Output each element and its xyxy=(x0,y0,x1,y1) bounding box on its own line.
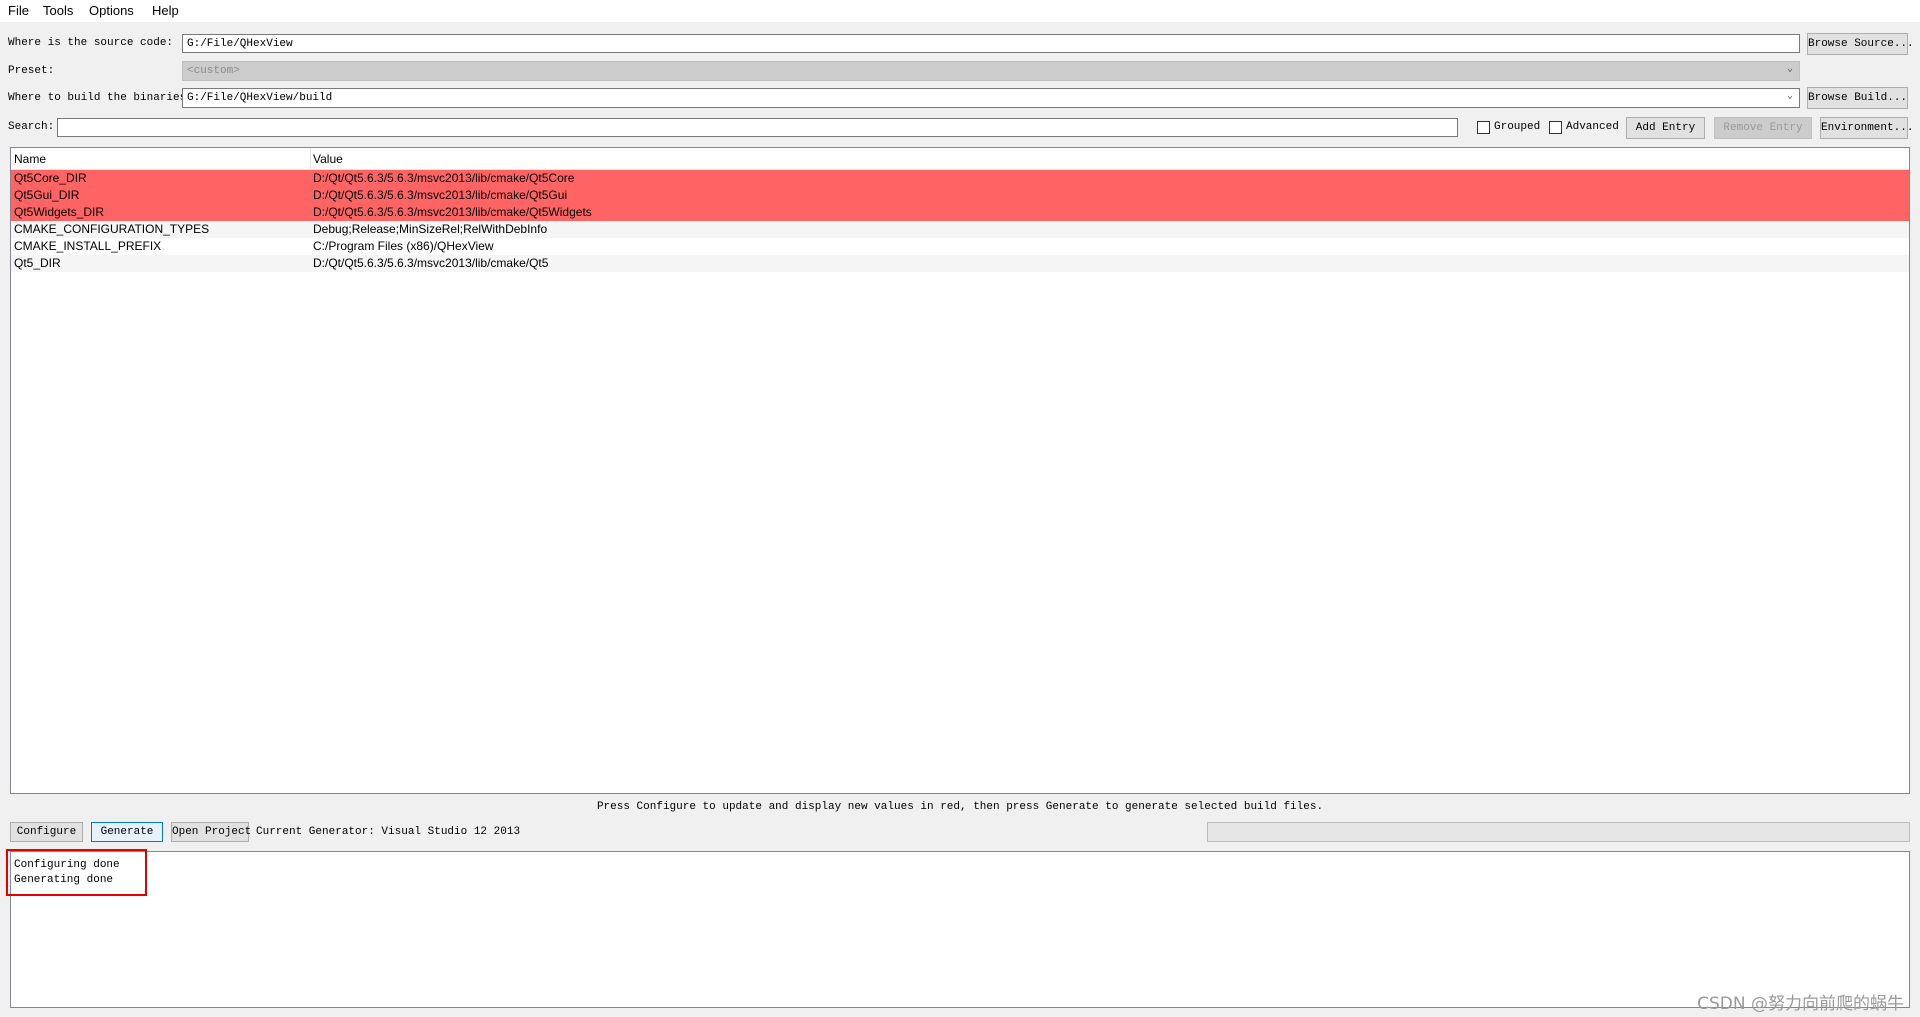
table-row[interactable]: CMAKE_INSTALL_PREFIX C:/Program Files (x8… xyxy=(11,238,1909,255)
menu-help[interactable]: Help xyxy=(152,3,179,18)
entry-name: Qt5Widgets_DIR xyxy=(14,205,105,219)
grouped-label: Grouped xyxy=(1494,121,1541,133)
browse-source-button[interactable]: Browse Source... xyxy=(1807,33,1914,55)
column-header-name[interactable]: Name xyxy=(14,152,46,166)
menu-tools[interactable]: Tools xyxy=(43,3,73,18)
generate-button[interactable]: Generate xyxy=(91,822,163,842)
advanced-checkbox[interactable] xyxy=(1549,121,1562,134)
menu-options[interactable]: Options xyxy=(89,3,134,18)
progress-bar xyxy=(1207,822,1910,842)
build-value: G:/File/QHexView/build xyxy=(187,92,333,104)
open-project-button[interactable]: Open Project xyxy=(171,822,251,842)
output-log[interactable]: Configuring done Generating done xyxy=(10,851,1910,1008)
build-combo[interactable]: G:/File/QHexView/build ⌄ xyxy=(182,88,1800,108)
menu-file[interactable]: File xyxy=(8,3,29,18)
preset-label: Preset: xyxy=(8,65,55,77)
chevron-down-icon: ⌄ xyxy=(1786,64,1793,75)
watermark: CSDN @努力向前爬的蜗牛 xyxy=(1697,994,1904,1014)
table-row[interactable]: CMAKE_CONFIGURATION_TYPES Debug;Release;M… xyxy=(11,221,1909,238)
entry-value[interactable]: D:/Qt/Qt5.6.3/5.6.3/msvc2013/lib/cmake/Q… xyxy=(313,187,567,204)
add-entry-button[interactable]: Add Entry xyxy=(1626,117,1705,139)
entry-name: Qt5Gui_DIR xyxy=(14,188,80,202)
preset-combo: <custom> ⌄ xyxy=(182,61,1800,81)
environment-button[interactable]: Environment... xyxy=(1820,117,1913,139)
entry-name: CMAKE_CONFIGURATION_TYPES xyxy=(14,222,210,236)
browse-build-button[interactable]: Browse Build... xyxy=(1807,87,1908,109)
hint-text: Press Configure to update and display ne… xyxy=(596,801,1324,813)
advanced-label: Advanced xyxy=(1566,121,1619,133)
table-row[interactable]: Qt5Gui_DIR D:/Qt/Qt5.6.3/5.6.3/msvc2013/l… xyxy=(11,187,1909,204)
current-generator-label: Current Generator: Visual Studio 12 2013 xyxy=(256,826,521,838)
entry-value[interactable]: C:/Program Files (x86)/QHexView xyxy=(313,238,494,255)
entry-name: CMAKE_INSTALL_PREFIX xyxy=(14,239,162,253)
table-row[interactable]: Qt5Core_DIR D:/Qt/Qt5.6.3/5.6.3/msvc2013/… xyxy=(11,170,1909,187)
entry-name: Qt5Core_DIR xyxy=(14,171,87,185)
entry-value[interactable]: D:/Qt/Qt5.6.3/5.6.3/msvc2013/lib/cmake/Q… xyxy=(313,170,574,187)
entry-value[interactable]: Debug;Release;MinSizeRel;RelWithDebInfo xyxy=(313,221,547,238)
configure-button[interactable]: Configure xyxy=(10,822,83,842)
table-row[interactable]: Qt5Widgets_DIR D:/Qt/Qt5.6.3/5.6.3/msvc20… xyxy=(11,204,1909,221)
entry-name: Qt5_DIR xyxy=(14,256,61,270)
grouped-checkbox[interactable] xyxy=(1477,121,1490,134)
source-label: Where is the source code: xyxy=(8,37,174,49)
source-input[interactable]: G:/File/QHexView xyxy=(182,34,1800,53)
table-row[interactable]: Qt5_DIR D:/Qt/Qt5.6.3/5.6.3/msvc2013/lib/… xyxy=(11,255,1909,272)
menu-bar: File Tools Options Help xyxy=(0,0,1920,22)
column-divider[interactable] xyxy=(310,148,311,170)
preset-value: <custom> xyxy=(187,65,240,77)
column-header-value[interactable]: Value xyxy=(313,152,343,166)
build-label: Where to build the binaries: xyxy=(8,92,193,104)
table-header: Name Value xyxy=(11,148,1909,170)
search-label: Search: xyxy=(8,121,55,133)
highlight-annotation-box xyxy=(6,849,147,896)
search-input[interactable] xyxy=(57,118,1458,137)
table-body: Qt5Core_DIR D:/Qt/Qt5.6.3/5.6.3/msvc2013/… xyxy=(11,170,1909,272)
entry-value[interactable]: D:/Qt/Qt5.6.3/5.6.3/msvc2013/lib/cmake/Q… xyxy=(313,255,548,272)
entry-value[interactable]: D:/Qt/Qt5.6.3/5.6.3/msvc2013/lib/cmake/Q… xyxy=(313,204,592,221)
remove-entry-button: Remove Entry xyxy=(1714,117,1812,139)
chevron-down-icon[interactable]: ⌄ xyxy=(1787,90,1793,104)
cache-table[interactable]: Name Value Qt5Core_DIR D:/Qt/Qt5.6.3/5.6.… xyxy=(10,147,1910,794)
